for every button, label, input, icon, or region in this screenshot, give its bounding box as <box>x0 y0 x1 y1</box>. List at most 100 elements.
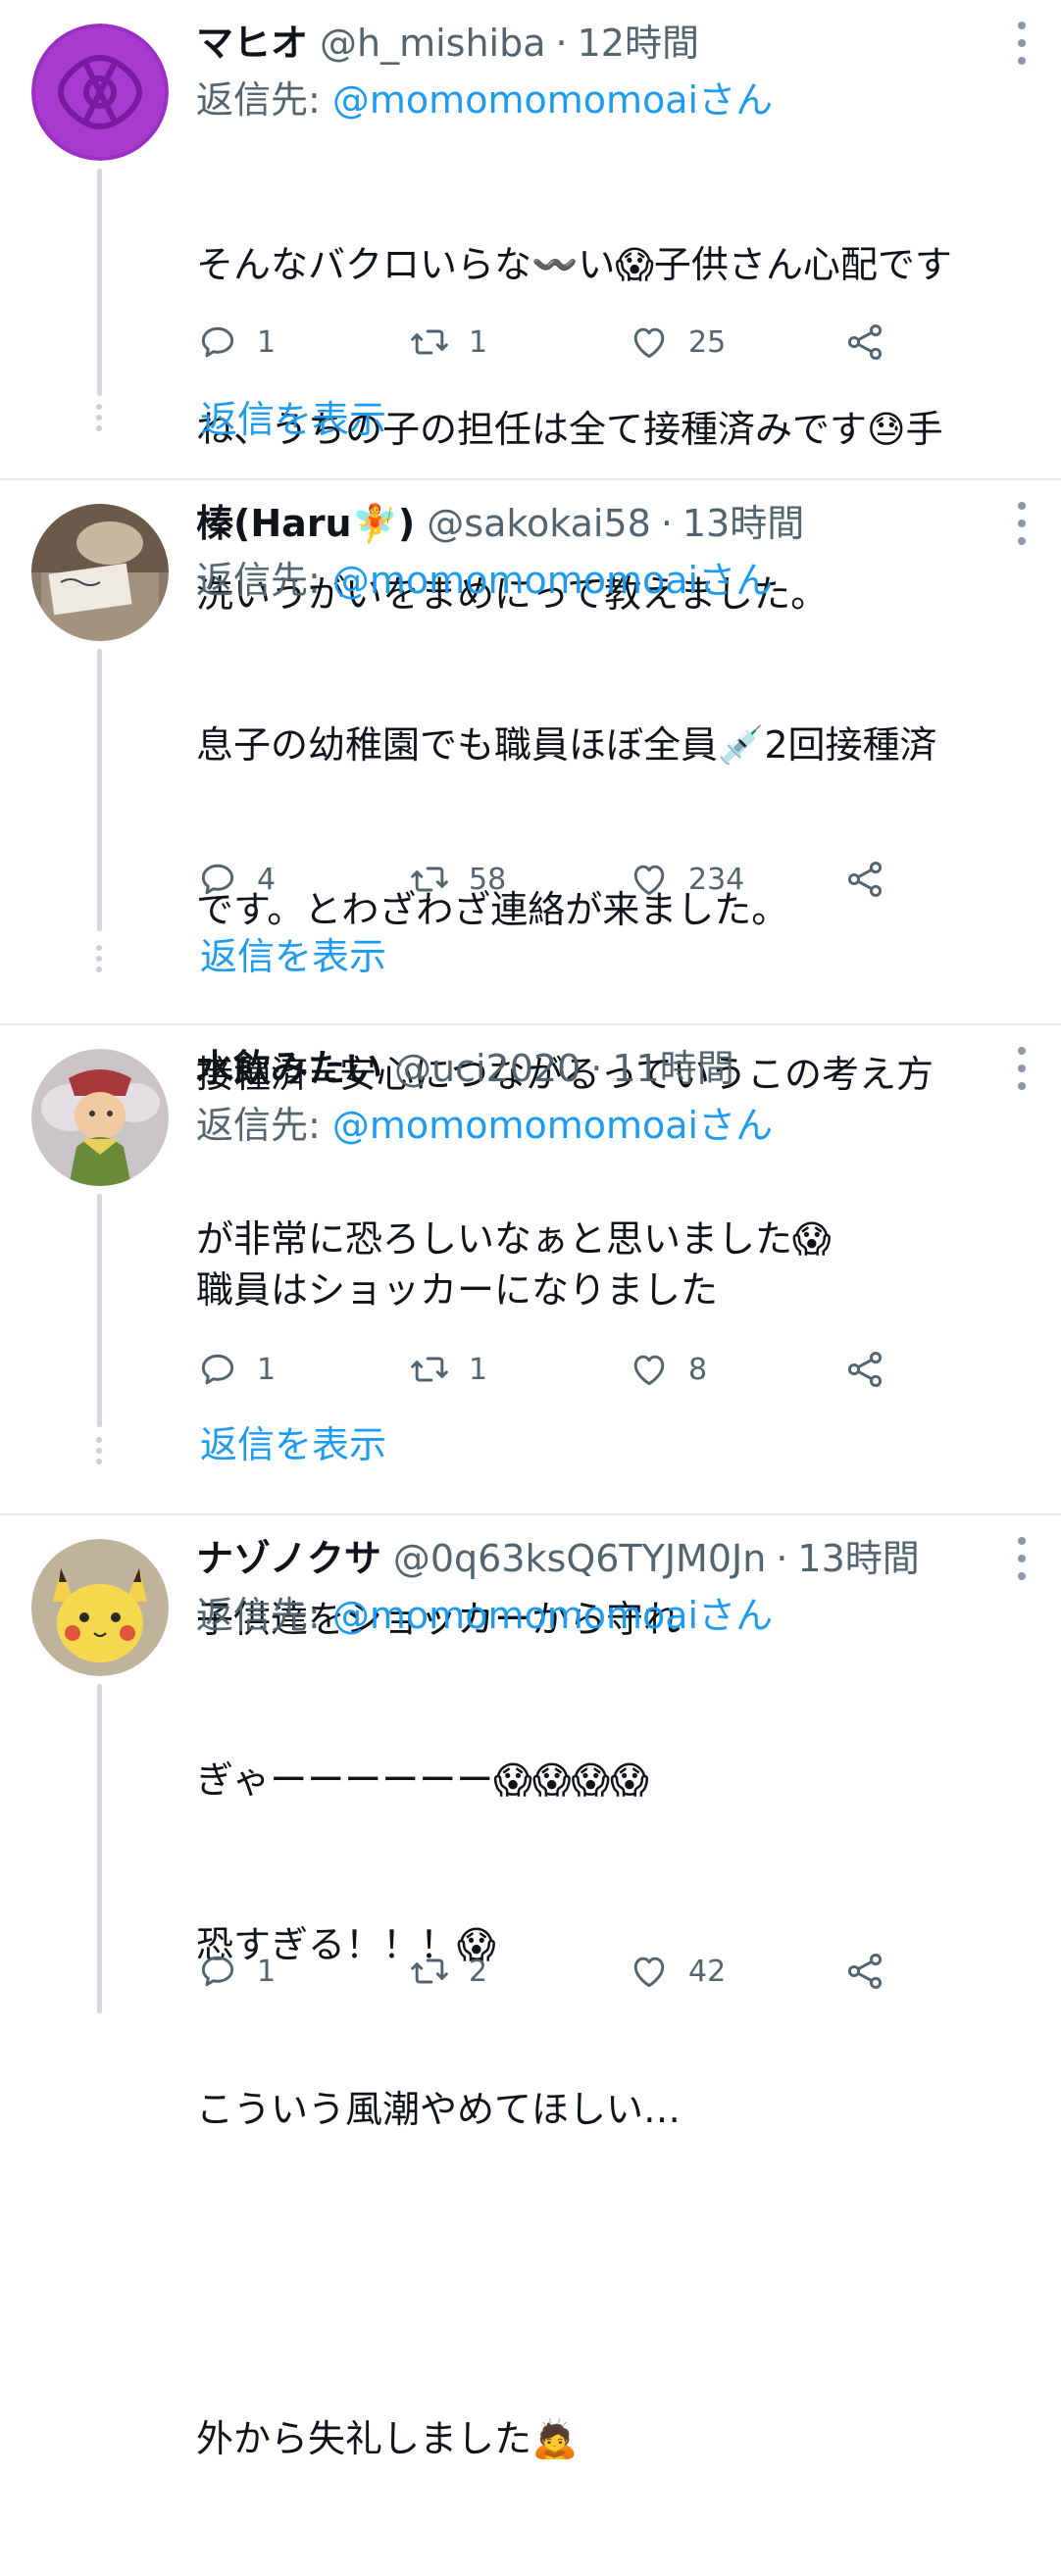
tweet[interactable]: マヒオ @h_mishiba · 12時間 返信先: @momomomomoai… <box>0 0 1061 616</box>
tweet-text-line: 外から失礼しました🙇 <box>196 2417 579 2460</box>
tweet-text: ぎゃーーーーーー😱😱😱😱 恐すぎる！！！😱 こういう風潮やめてほしい… 外から失… <box>196 1643 1030 2576</box>
like-icon <box>633 1957 665 1988</box>
reply-count: 1 <box>257 1352 277 1387</box>
thread-line <box>97 169 102 396</box>
share-icon <box>847 1352 883 1387</box>
like-count: 42 <box>688 1954 727 1989</box>
retweet-icon <box>411 1357 448 1382</box>
share-button[interactable] <box>843 858 886 901</box>
action-bar: 1 1 8 <box>196 1345 902 1394</box>
separator: · <box>776 1537 788 1580</box>
timestamp[interactable]: 13時間 <box>797 1531 919 1586</box>
tweet-text-line: 息子の幼稚園でも職員ほぼ全員💉2回接種済 <box>196 723 937 767</box>
reply-context: 返信先: @momomomomoaiさん <box>196 1588 773 1643</box>
separator: · <box>590 1047 603 1090</box>
show-replies-link[interactable]: 返信を表示 <box>200 929 386 984</box>
reply-target-link[interactable]: @momomomomoaiさん <box>332 559 773 602</box>
share-icon <box>847 324 883 360</box>
like-button[interactable]: 234 <box>628 858 744 901</box>
retweet-button[interactable]: 58 <box>408 858 506 901</box>
tweet[interactable]: 榛(Haru🧚) @sakokai58 · 13時間 返信先: @momomom… <box>0 480 1061 1261</box>
avatar[interactable] <box>31 24 169 161</box>
reply-icon <box>201 326 234 358</box>
retweet-icon <box>411 1958 448 1984</box>
reply-target-link[interactable]: @momomomomoaiさん <box>332 1104 773 1147</box>
retweet-button[interactable]: 2 <box>408 1950 487 1993</box>
reply-button[interactable]: 1 <box>196 1348 276 1391</box>
retweet-button[interactable]: 1 <box>408 1348 487 1391</box>
timestamp[interactable]: 13時間 <box>682 496 804 551</box>
reply-count: 4 <box>257 862 277 897</box>
action-bar: 1 2 42 <box>196 1947 902 1996</box>
more-icon[interactable] <box>1012 1047 1032 1090</box>
reply-prefix: 返信先: <box>196 559 321 602</box>
avatar[interactable] <box>31 1539 169 1676</box>
share-button[interactable] <box>843 1348 886 1391</box>
like-icon <box>633 327 665 359</box>
more-icon[interactable] <box>1012 22 1032 65</box>
user-handle[interactable]: @0q63ksQ6TYJM0Jn <box>393 1531 766 1586</box>
reply-count: 1 <box>257 324 277 360</box>
tweet[interactable]: ナゾノクサ @0q63ksQ6TYJM0Jn · 13時間 返信先: @momo… <box>0 1515 1061 2460</box>
like-count: 234 <box>688 862 745 897</box>
user-handle[interactable]: @uci2020 <box>394 1041 581 1096</box>
share-button[interactable] <box>843 1950 886 1993</box>
reply-button[interactable]: 1 <box>196 1950 276 1993</box>
thread-dots <box>94 404 104 431</box>
tweet-header: マヒオ @h_mishiba · 12時間 <box>196 16 699 71</box>
share-icon <box>847 1954 883 1989</box>
like-count: 8 <box>688 1352 708 1387</box>
user-handle[interactable]: @h_mishiba <box>320 16 546 71</box>
display-name[interactable]: 榛(Haru🧚) <box>196 496 415 551</box>
timestamp[interactable]: 11時間 <box>612 1041 733 1096</box>
like-icon <box>633 1355 665 1386</box>
reply-target-link[interactable]: @momomomomoaiさん <box>332 1594 773 1637</box>
like-button[interactable]: 8 <box>628 1348 707 1391</box>
share-button[interactable] <box>843 321 886 364</box>
retweet-button[interactable]: 1 <box>408 321 487 364</box>
reply-prefix: 返信先: <box>196 1594 321 1637</box>
tweet-text-line <box>196 2247 1030 2302</box>
reply-context: 返信先: @momomomomoaiさん <box>196 553 773 608</box>
display-name[interactable]: マヒオ <box>196 16 308 71</box>
like-button[interactable]: 25 <box>628 321 726 364</box>
reply-context: 返信先: @momomomomoaiさん <box>196 1098 773 1153</box>
tweet-header: ナゾノクサ @0q63ksQ6TYJM0Jn · 13時間 <box>196 1531 920 1586</box>
show-replies-link[interactable]: 返信を表示 <box>200 1417 386 1472</box>
thread-line <box>97 1194 102 1427</box>
retweet-count: 2 <box>469 1954 488 1989</box>
like-count: 25 <box>688 324 727 360</box>
display-name[interactable]: 水飲みたい <box>196 1041 382 1096</box>
retweet-icon <box>411 867 448 892</box>
thread-line <box>97 649 102 931</box>
thread-dots <box>94 1437 104 1464</box>
tweet-text-line: そんなバクロいらな〰️い😱子供さん心配です <box>196 243 952 286</box>
avatar[interactable] <box>31 504 169 641</box>
thread-dots <box>94 945 104 972</box>
display-name[interactable]: ナゾノクサ <box>196 1531 381 1586</box>
like-button[interactable]: 42 <box>628 1950 726 1993</box>
retweet-icon <box>411 329 448 355</box>
separator: · <box>660 502 673 545</box>
reply-prefix: 返信先: <box>196 1104 321 1147</box>
share-icon <box>847 862 883 897</box>
action-bar: 1 1 25 <box>196 318 902 367</box>
more-icon[interactable] <box>1012 1537 1032 1580</box>
reply-feed: マヒオ @h_mishiba · 12時間 返信先: @momomomomoai… <box>0 0 1061 2460</box>
separator: · <box>555 22 568 65</box>
user-handle[interactable]: @sakokai58 <box>427 496 651 551</box>
reply-target-link[interactable]: @momomomomoaiさん <box>332 78 773 122</box>
reply-context: 返信先: @momomomomoaiさん <box>196 73 773 127</box>
thread-line <box>97 1684 102 2013</box>
tweet-header: 榛(Haru🧚) @sakokai58 · 13時間 <box>196 496 804 551</box>
more-icon[interactable] <box>1012 502 1032 545</box>
reply-icon <box>201 1956 234 1987</box>
reply-button[interactable]: 4 <box>196 858 276 901</box>
avatar[interactable] <box>31 1049 169 1186</box>
reply-button[interactable]: 1 <box>196 321 276 364</box>
timestamp[interactable]: 12時間 <box>578 16 699 71</box>
show-replies-link[interactable]: 返信を表示 <box>200 392 386 447</box>
reply-icon <box>201 1354 234 1385</box>
reply-icon <box>201 864 234 895</box>
tweet[interactable]: 水飲みたい @uci2020 · 11時間 返信先: @momomomomoai… <box>0 1025 1061 1641</box>
